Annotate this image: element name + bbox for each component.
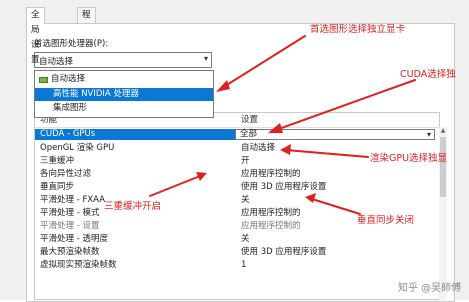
row-feature: CUDA - GPUs bbox=[40, 129, 96, 139]
row-feature: 垂直同步 bbox=[40, 182, 75, 192]
preferred-processor-value: 自动选择 bbox=[39, 57, 74, 67]
annotation-render-gpu: 渲染GPU选择独显 bbox=[370, 153, 448, 164]
table-row[interactable]: 平滑处理 - 透明度 关 bbox=[35, 234, 431, 245]
table-row[interactable]: 各向异性过滤 应用程序控制的 bbox=[35, 169, 431, 180]
watermark: 知乎 @吴師傅 bbox=[398, 283, 462, 294]
row-setting-select[interactable]: 全部 ▾ bbox=[235, 129, 435, 140]
tab-global-settings[interactable]: 全局设置 bbox=[26, 7, 45, 65]
table-row[interactable]: 平滑处理 - FXAA 关 bbox=[35, 195, 431, 206]
row-setting: 1 bbox=[241, 260, 247, 270]
row-feature: 平滑处理 - 透明度 bbox=[40, 234, 108, 244]
option-label: 高性能 NVIDIA 处理器 bbox=[53, 89, 139, 99]
chevron-down-icon: ▾ bbox=[426, 130, 431, 139]
table-row[interactable]: 垂直同步 使用 3D 应用程序设置 bbox=[35, 182, 431, 193]
row-feature: 平滑处理 - FXAA bbox=[40, 195, 106, 205]
table-row[interactable]: 虚拟现实预渲染帧数 1 bbox=[35, 260, 431, 271]
column-header-setting[interactable]: 设置 bbox=[241, 113, 258, 127]
annotation-independent-gpu: 首选图形选择独立显卡 bbox=[310, 24, 406, 35]
row-setting: 应用程序控制的 bbox=[241, 169, 301, 179]
annotation-vsync: 垂直同步关闭 bbox=[357, 215, 415, 226]
settings-table: 功能 设置 CUDA - GPUs 全部 ▾ OpenGL 渲染 GPU 自动选… bbox=[34, 112, 440, 300]
nvidia-3d-settings-window: 全局设置 程序设置 首选图形处理器(P): 自动选择 ▾ 自动选择 高性能 NV… bbox=[0, 0, 469, 302]
option-label: 自动选择 bbox=[51, 74, 86, 84]
row-feature: 三重缓冲 bbox=[40, 156, 75, 166]
row-feature: 各向异性过滤 bbox=[40, 169, 92, 179]
row-setting: 应用程序控制的 bbox=[241, 221, 301, 231]
scroll-up-icon[interactable]: ▲ bbox=[439, 127, 447, 135]
row-setting: 使用 3D 应用程序设置 bbox=[241, 247, 327, 257]
row-feature: 虚拟现实预渲染帧数 bbox=[40, 260, 117, 270]
row-setting: 应用程序控制的 bbox=[241, 208, 301, 218]
tab-program-settings[interactable]: 程序设置 bbox=[77, 7, 96, 65]
scroll-thumb[interactable] bbox=[440, 137, 446, 197]
option-integrated-graphics[interactable]: 集成图形 bbox=[35, 102, 213, 115]
row-setting: 关 bbox=[241, 234, 250, 244]
preferred-processor-dropdown: 自动选择 高性能 NVIDIA 处理器 集成图形 bbox=[34, 70, 214, 118]
preferred-processor-select[interactable]: 自动选择 ▾ bbox=[34, 52, 212, 68]
row-feature: OpenGL 渲染 GPU bbox=[40, 143, 115, 153]
chevron-down-icon: ▾ bbox=[203, 54, 208, 63]
row-setting: 使用 3D 应用程序设置 bbox=[241, 182, 327, 192]
annotation-cuda: CUDA选择独 bbox=[400, 69, 456, 80]
preferred-processor-label: 首选图形处理器(P): bbox=[34, 39, 109, 49]
table-row[interactable]: CUDA - GPUs 全部 ▾ bbox=[35, 129, 435, 140]
row-feature: 最大预渲染帧数 bbox=[40, 247, 100, 257]
table-row[interactable]: 最大预渲染帧数 使用 3D 应用程序设置 bbox=[35, 247, 431, 258]
row-feature: 平滑处理 - 模式 bbox=[40, 208, 100, 218]
row-setting: 关 bbox=[241, 195, 250, 205]
row-setting: 开 bbox=[241, 156, 250, 166]
option-auto-select[interactable]: 自动选择 bbox=[35, 73, 213, 86]
row-feature: 平滑处理 - 设置 bbox=[40, 221, 100, 231]
row-setting: 自动选择 bbox=[241, 143, 276, 153]
option-nvidia-high-performance[interactable]: 高性能 NVIDIA 处理器 bbox=[35, 88, 213, 101]
row-setting: 全部 bbox=[240, 129, 258, 139]
gpu-icon bbox=[39, 77, 48, 83]
header-divider bbox=[35, 127, 439, 128]
option-label: 集成图形 bbox=[53, 103, 88, 113]
annotation-triple-buffer: 三重缓冲开启 bbox=[104, 201, 162, 212]
